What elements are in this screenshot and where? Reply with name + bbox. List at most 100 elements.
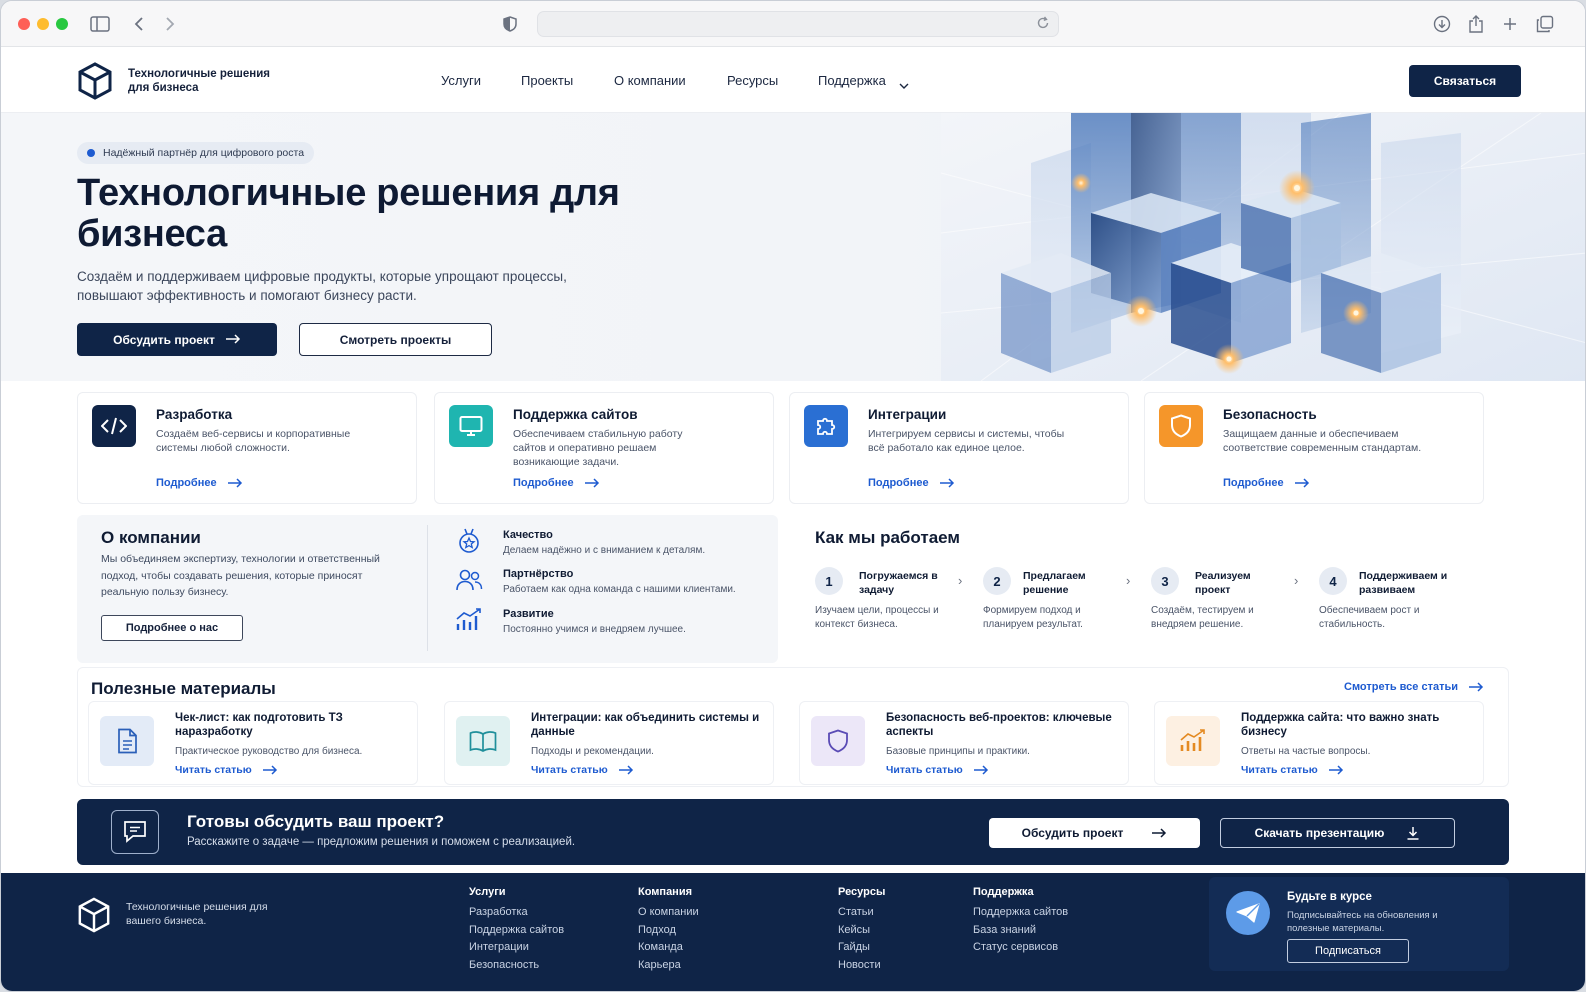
value-title: Качество: [503, 529, 553, 541]
browser-toolbar: [1, 1, 1585, 47]
shield-icon: [811, 716, 865, 766]
service-card-development[interactable]: Разработка Создаём веб-сервисы и корпора…: [77, 392, 417, 504]
read-article-link[interactable]: Читать статью: [175, 764, 278, 776]
footer-link[interactable]: Гайды: [838, 939, 885, 957]
all-articles-link[interactable]: Смотреть все статьи: [1344, 681, 1484, 693]
footer-link[interactable]: Карьера: [638, 957, 699, 975]
subscribe-button[interactable]: Подписаться: [1287, 939, 1409, 963]
medal-icon: [455, 527, 483, 555]
cta-banner: Готовы обсудить ваш проект? Расскажите о…: [77, 799, 1509, 865]
service-title: Поддержка сайтов: [513, 407, 638, 422]
tab-overview-icon[interactable]: [1534, 13, 1556, 35]
arrow-right-icon: [262, 765, 277, 775]
service-card-integrations[interactable]: Интеграции Интегрируем сервисы и системы…: [789, 392, 1129, 504]
cta-title: Готовы обсудить ваш проект?: [187, 812, 445, 831]
cube-logo-icon[interactable]: [77, 62, 113, 105]
about-section: О компании Мы объединяем экспертизу, тех…: [77, 515, 778, 663]
footer-column-support: Поддержка Поддержка сайтов База знаний С…: [973, 886, 1068, 957]
article-desc: Практическое руководство для бизнеса.: [175, 746, 363, 757]
nav-projects[interactable]: Проекты: [521, 73, 573, 88]
paper-plane-icon: [1226, 891, 1270, 935]
contact-button[interactable]: Связаться: [1409, 65, 1521, 97]
service-title: Разработка: [156, 407, 233, 422]
nav-support[interactable]: Поддержка: [818, 73, 886, 88]
newsletter-box: Будьте в курсе Подписывайтесь на обновле…: [1209, 877, 1509, 971]
how-we-work-title: Как мы работаем: [815, 528, 960, 547]
footer-link[interactable]: Команда: [638, 939, 699, 957]
article-card[interactable]: Интеграции: как объединить системы и дан…: [444, 701, 774, 785]
service-more-link[interactable]: Подробнее: [868, 477, 955, 489]
footer-column-title: Ресурсы: [838, 886, 886, 898]
nav-resources[interactable]: Ресурсы: [727, 73, 778, 88]
footer-link[interactable]: База знаний: [973, 922, 1068, 940]
sidebar-toggle-icon[interactable]: [89, 13, 111, 35]
zoom-window-button[interactable]: [56, 18, 68, 30]
privacy-shield-icon[interactable]: [499, 13, 521, 35]
footer-link[interactable]: Поддержка сайтов: [469, 922, 564, 940]
footer-link[interactable]: Интеграции: [469, 939, 564, 957]
service-more-link[interactable]: Подробнее: [156, 477, 243, 489]
step-title: Поддерживаем и развиваем: [1359, 570, 1448, 596]
new-tab-icon[interactable]: [1499, 13, 1521, 35]
logo-text[interactable]: Технологичные решения для бизнеса: [128, 67, 288, 95]
chevron-down-icon[interactable]: [899, 77, 909, 95]
footer-link[interactable]: Подход: [638, 922, 699, 940]
article-card[interactable]: Поддержка сайта: что важно знать бизнесу…: [1154, 701, 1484, 785]
footer-column-title: Услуги: [469, 886, 506, 898]
value-desc: Делаем надёжно и с вниманием к деталям.: [503, 545, 706, 556]
read-article-link[interactable]: Читать статью: [886, 764, 989, 776]
service-card-security[interactable]: Безопасность Защищаем данные и обеспечив…: [1144, 392, 1484, 504]
bar-chart-icon: [1166, 716, 1220, 766]
footer-link[interactable]: Разработка: [469, 904, 564, 922]
footer-link[interactable]: Статус сервисов: [973, 939, 1068, 957]
read-article-label: Читать статью: [886, 764, 963, 776]
footer-link[interactable]: Новости: [838, 957, 885, 975]
footer-link[interactable]: Безопасность: [469, 957, 564, 975]
read-article-link[interactable]: Читать статью: [531, 764, 634, 776]
service-desc: Создаём веб-сервисы и корпоративные сист…: [156, 428, 351, 454]
footer-link[interactable]: Поддержка сайтов: [973, 904, 1068, 922]
share-icon[interactable]: [1465, 13, 1487, 35]
browser-window: Технологичные решения для бизнеса Услуги…: [0, 0, 1586, 992]
close-window-button[interactable]: [18, 18, 30, 30]
address-bar[interactable]: [537, 11, 1059, 37]
service-title: Интеграции: [868, 407, 947, 422]
view-projects-button[interactable]: Смотреть проекты: [299, 323, 492, 356]
value-desc: Постоянно учимся и внедряем лучшее.: [503, 624, 686, 635]
minimize-window-button[interactable]: [37, 18, 49, 30]
discuss-project-button[interactable]: Обсудить проект: [77, 323, 277, 356]
arrow-right-icon: [1294, 478, 1309, 488]
reload-icon[interactable]: [1036, 16, 1050, 35]
step-desc: Изучаем цели, процессы и контекст бизнес…: [815, 605, 939, 630]
service-more-link[interactable]: Подробнее: [513, 477, 600, 489]
hero-title: Технологичные решения для бизнеса: [77, 172, 620, 255]
footer-link[interactable]: Статьи: [838, 904, 885, 922]
article-card[interactable]: Безопасность веб-проектов: ключевые аспе…: [799, 701, 1129, 785]
discuss-project-label: Обсудить проект: [113, 332, 215, 347]
service-more-link[interactable]: Подробнее: [1223, 477, 1310, 489]
read-article-link[interactable]: Читать статью: [1241, 764, 1344, 776]
step-desc: Обеспечиваем рост и стабильность.: [1319, 605, 1420, 630]
cta-discuss-button[interactable]: Обсудить проект: [989, 818, 1200, 848]
value-desc: Работаем как одна команда с нашими клиен…: [503, 584, 736, 595]
downloads-icon[interactable]: [1431, 13, 1453, 35]
book-icon: [456, 716, 510, 766]
footer-link[interactable]: О компании: [638, 904, 699, 922]
service-more-label: Подробнее: [156, 477, 217, 489]
service-more-label: Подробнее: [513, 477, 574, 489]
back-icon[interactable]: [128, 13, 150, 35]
cube-logo-icon[interactable]: [77, 897, 111, 938]
service-card-support[interactable]: Поддержка сайтов Обеспечиваем стабильную…: [434, 392, 774, 504]
forward-icon[interactable]: [159, 13, 181, 35]
article-card[interactable]: Чек-лист: как подготовить ТЗ наразработк…: [88, 701, 418, 785]
article-desc: Базовые принципы и практики.: [886, 746, 1030, 757]
hero-subtitle: Создаём и поддерживаем цифровые продукты…: [77, 269, 567, 303]
about-more-button[interactable]: Подробнее о нас: [101, 615, 243, 641]
service-title: Безопасность: [1223, 407, 1317, 422]
footer-link[interactable]: Кейсы: [838, 922, 885, 940]
arrow-right-icon: [225, 333, 241, 347]
cta-discuss-label: Обсудить проект: [1021, 826, 1124, 840]
nav-services[interactable]: Услуги: [441, 73, 481, 88]
download-presentation-button[interactable]: Скачать презентацию: [1220, 818, 1455, 848]
nav-about[interactable]: О компании: [614, 73, 686, 88]
